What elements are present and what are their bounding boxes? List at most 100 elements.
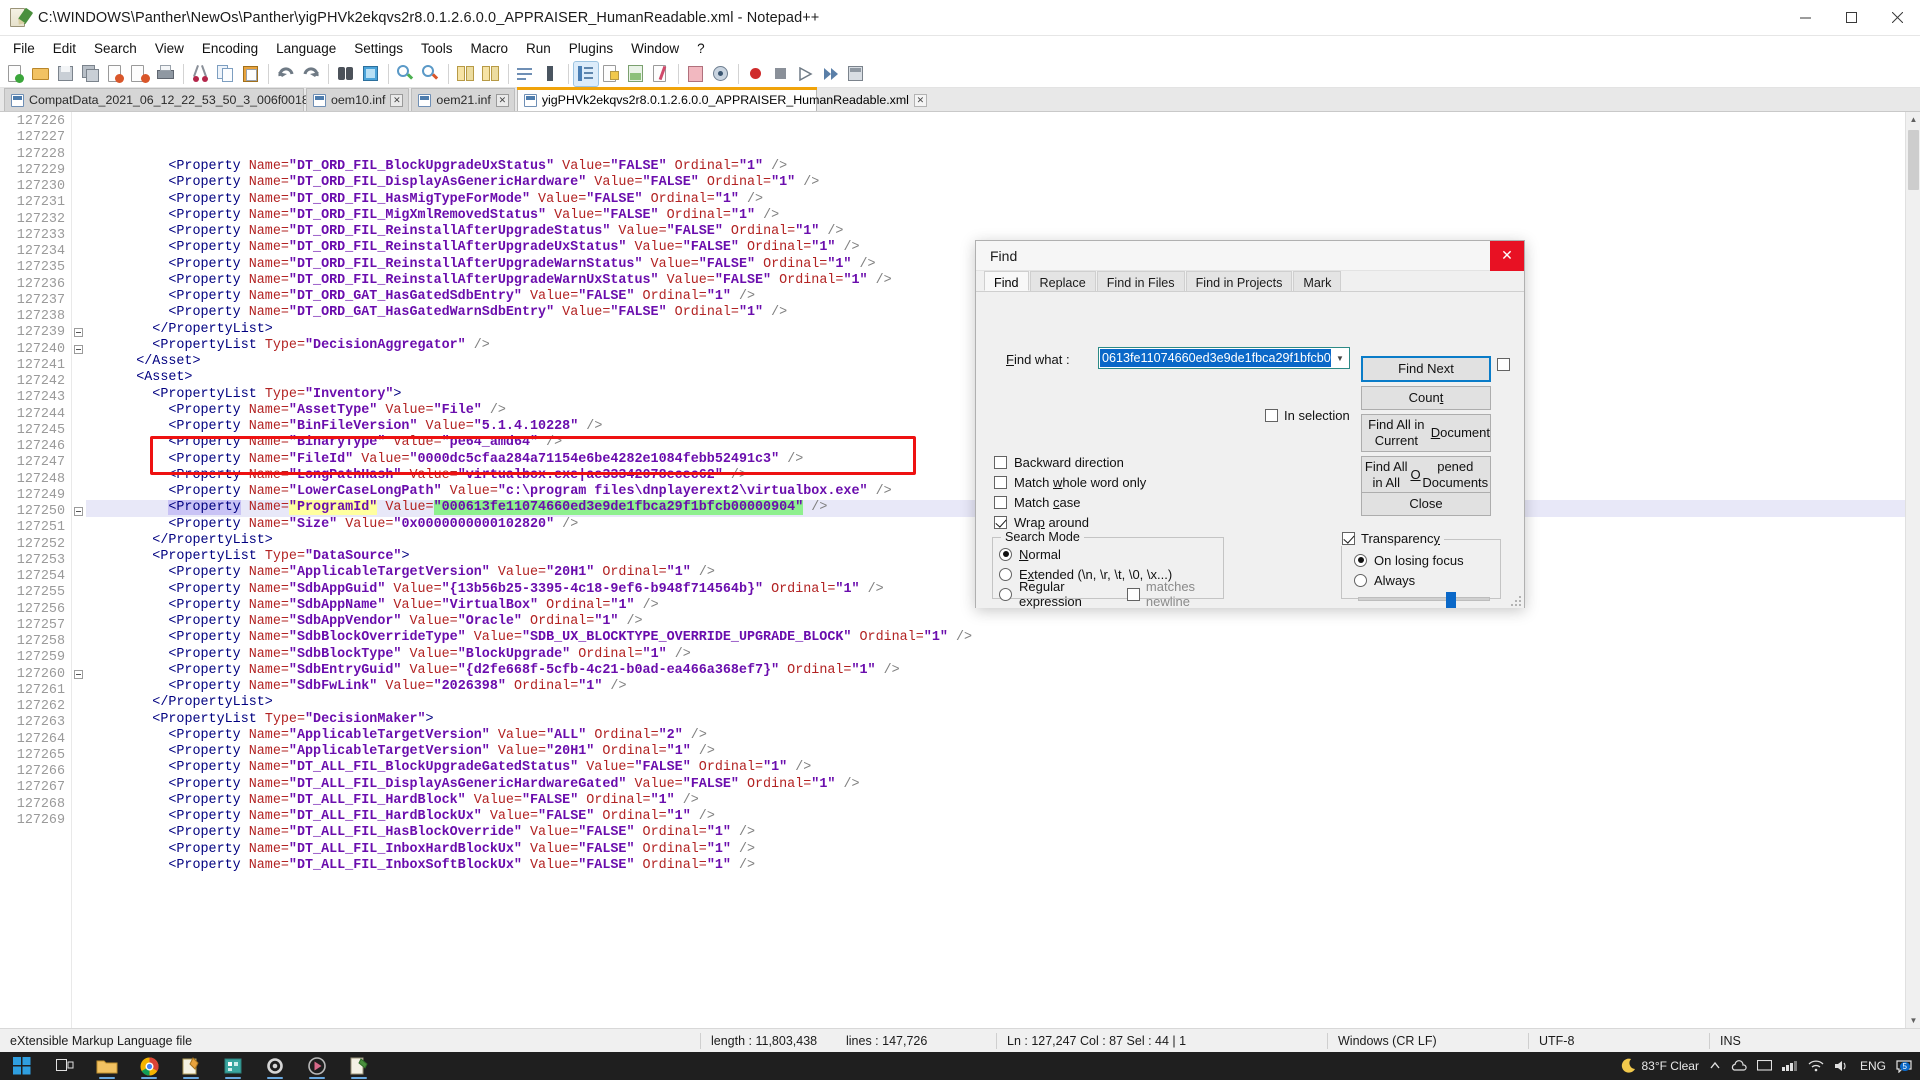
code-line[interactable]: </PropertyList> [86,695,1905,711]
menu-edit[interactable]: Edit [44,38,85,59]
find-what-combo[interactable]: 0613fe11074660ed3e9de1fbca29f1bfcb000009… [1098,347,1350,369]
code-line[interactable]: <Property Name="SdbFwLink" Value="202639… [86,679,1905,695]
word-wrap-icon[interactable] [514,62,538,86]
slider-knob[interactable] [1446,592,1456,608]
fold-toggle-icon[interactable] [74,344,83,354]
print-icon[interactable] [154,62,178,86]
find-next-button[interactable]: Find Next [1361,356,1491,382]
menu-macro[interactable]: Macro [462,38,518,59]
search-mode-regex[interactable]: Regular expression matches newline [999,579,1223,609]
volume-icon[interactable] [1834,1060,1850,1072]
folder-as-workspace-icon[interactable] [684,62,708,86]
code-line[interactable]: <Property Name="DT_ORD_FIL_BlockUpgradeU… [86,159,1905,175]
code-line[interactable]: <Property Name="DT_ALL_FIL_HardBlockUx" … [86,809,1905,825]
start-icon[interactable] [0,1052,44,1080]
menu-tools[interactable]: Tools [412,38,462,59]
menu-settings[interactable]: Settings [345,38,412,59]
doc-map-icon[interactable] [624,62,648,86]
tab-find-in-files[interactable]: Find in Files [1096,271,1185,291]
menu-help[interactable]: ? [688,38,714,59]
in-selection-checkbox[interactable] [1265,409,1278,422]
tab-replace[interactable]: Replace [1029,271,1096,291]
tab-oem21[interactable]: oem21.inf ✕ [411,88,515,111]
menu-encoding[interactable]: Encoding [193,38,267,59]
undo-icon[interactable] [274,62,298,86]
extended-radio[interactable] [999,567,1012,581]
option-wrap-around[interactable]: Wrap around [994,512,1146,532]
code-line[interactable]: <Property Name="DT_ALL_FIL_HardBlock" Va… [86,793,1905,809]
match-whole-word-checkbox[interactable] [994,475,1007,489]
weather-indicator[interactable]: 83°F Clear [1620,1058,1699,1074]
wrap-around-checkbox[interactable] [994,515,1007,529]
redo-icon[interactable] [299,62,323,86]
tab-compatdata[interactable]: CompatData_2021_06_12_22_53_50_3_006f001… [4,88,350,111]
backward-direction-checkbox[interactable] [994,455,1007,469]
notification-center-icon[interactable]: 5 [1896,1059,1912,1073]
chevron-down-icon[interactable]: ▼ [1331,348,1349,368]
code-line[interactable]: <Property Name="DT_ALL_FIL_InboxSoftBloc… [86,858,1905,874]
store-icon[interactable] [212,1052,254,1080]
code-line[interactable]: <Property Name="DT_ALL_FIL_HasBlockOverr… [86,825,1905,841]
play-macro-icon[interactable] [794,62,818,86]
notepadpp-icon[interactable] [338,1052,380,1080]
stop-macro-icon[interactable] [769,62,793,86]
show-all-chars-icon[interactable] [539,62,563,86]
open-file-icon[interactable] [29,62,53,86]
in-selection-option[interactable]: In selection [1265,408,1350,423]
zoom-in-icon[interactable] [394,62,418,86]
menu-view[interactable]: View [146,38,193,59]
fold-cell[interactable] [72,325,86,341]
normal-radio[interactable] [999,547,1012,561]
zoom-out-icon[interactable] [419,62,443,86]
scrollbar-thumb[interactable] [1908,130,1919,190]
menu-window[interactable]: Window [622,38,688,59]
find-what-input[interactable]: 0613fe11074660ed3e9de1fbca29f1bfcb000009… [1100,349,1331,367]
find-dialog-close-icon[interactable]: ✕ [1490,240,1524,271]
fold-toggle-icon[interactable] [74,507,83,516]
tab-close-icon[interactable]: ✕ [390,93,404,107]
sync-h-scroll-icon[interactable] [479,62,503,86]
find-close-button[interactable]: Close [1361,492,1491,516]
find-dialog[interactable]: Find ✕ Find Replace Find in Files Find i… [975,240,1525,609]
scroll-down-icon[interactable]: ▼ [1906,1013,1920,1028]
find-all-opened-documents-button[interactable]: Find All in All Opened Documents [1361,456,1491,494]
display-settings-icon[interactable] [1756,1060,1772,1072]
transparency-checkbox[interactable] [1342,532,1355,545]
menu-search[interactable]: Search [85,38,146,59]
tab-appraiser-humanreadable[interactable]: yigPHVk2ekqvs2r8.0.1.2.6.0.0_APPRAISER_H… [516,87,927,111]
scroll-up-icon[interactable]: ▲ [1906,112,1920,127]
code-line[interactable]: <PropertyList Type="DecisionMaker"> [86,712,1905,728]
tab-find-in-projects[interactable]: Find in Projects [1185,271,1293,291]
save-all-icon[interactable] [79,62,103,86]
regex-radio[interactable] [999,587,1012,601]
minimize-button[interactable] [1782,0,1828,36]
close-file-icon[interactable] [104,62,128,86]
code-line[interactable]: <Property Name="DT_ORD_FIL_MigXmlRemoved… [86,208,1905,224]
task-view-icon[interactable] [44,1052,86,1080]
fold-cell[interactable] [72,667,86,683]
settings-icon[interactable] [254,1052,296,1080]
paste-icon[interactable] [239,62,263,86]
find-next-extra-checkbox[interactable] [1497,358,1510,371]
fold-cell[interactable] [72,342,86,358]
matches-newline-checkbox[interactable] [1126,587,1140,601]
code-line[interactable]: <Property Name="DT_ORD_FIL_DisplayAsGene… [86,175,1905,191]
new-file-icon[interactable] [4,62,28,86]
user-defined-lang-icon[interactable] [599,62,623,86]
fold-toggle-icon[interactable] [74,669,83,679]
transparency-on-losing-focus[interactable]: On losing focus [1354,550,1464,570]
transparency-slider[interactable] [1358,592,1490,608]
code-line[interactable]: <Property Name="DT_ORD_FIL_ReinstallAfte… [86,224,1905,240]
notepad-icon[interactable] [170,1052,212,1080]
always-radio[interactable] [1354,573,1367,587]
code-line[interactable]: <Property Name="DT_ALL_FIL_DisplayAsGene… [86,777,1905,793]
tab-close-icon[interactable]: ✕ [913,93,927,107]
code-line[interactable]: <Property Name="DT_ALL_FIL_BlockUpgradeG… [86,760,1905,776]
search-mode-normal[interactable]: Normal [999,544,1223,564]
transparency-header[interactable]: Transparency [1338,531,1444,546]
tab-oem10[interactable]: oem10.inf ✕ [306,88,410,111]
code-line[interactable]: <Property Name="SdbBlockType" Value="Blo… [86,647,1905,663]
matches-newline-option[interactable]: matches newline [1126,579,1223,609]
transparency-always[interactable]: Always [1354,570,1464,590]
menu-plugins[interactable]: Plugins [560,38,622,59]
